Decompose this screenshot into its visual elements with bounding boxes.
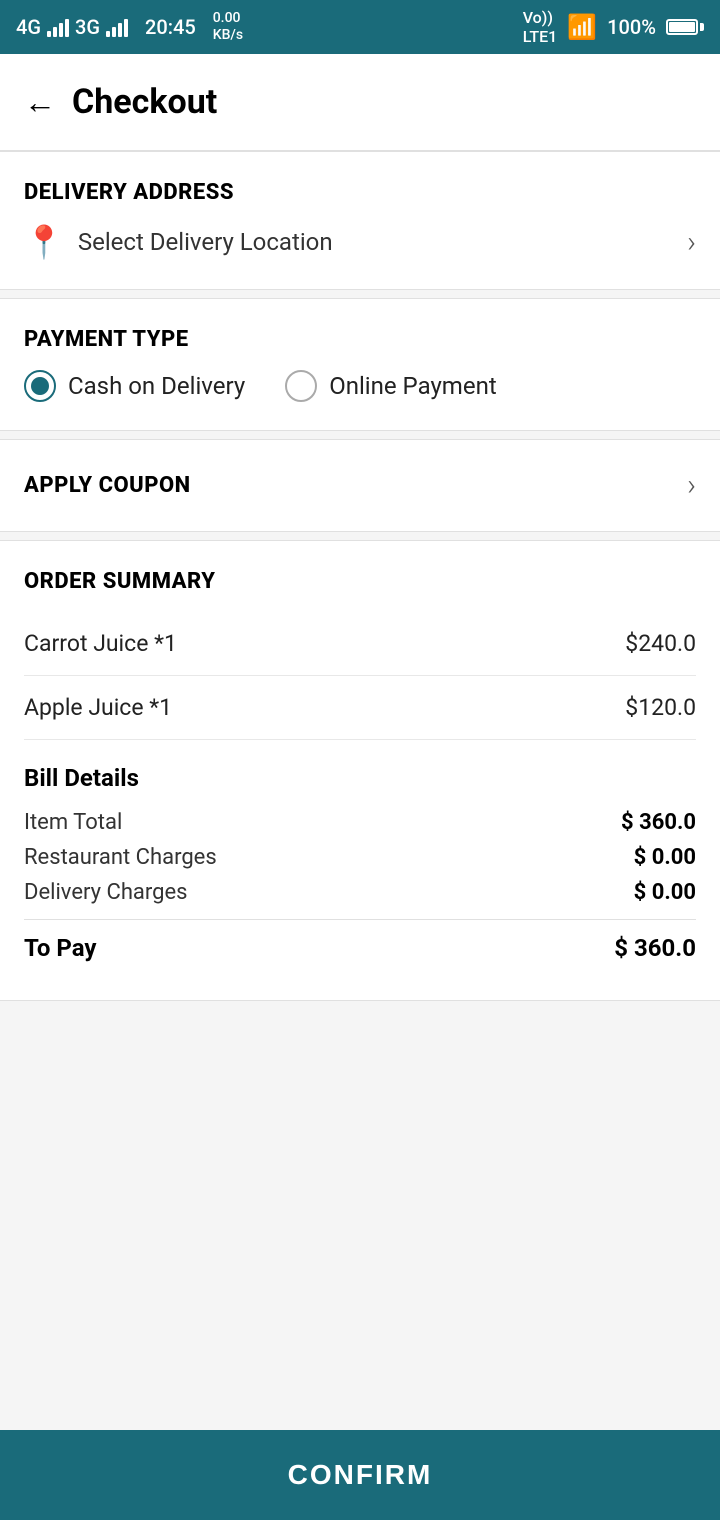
back-button[interactable]: ← — [24, 83, 56, 121]
bill-divider — [24, 919, 696, 920]
item-total-value: $ 360.0 — [621, 810, 696, 835]
page-title: Checkout — [72, 82, 217, 122]
cash-on-delivery-label: Cash on Delivery — [68, 372, 245, 400]
coupon-chevron-icon: › — [687, 468, 696, 503]
delivery-charges-value: $ 0.00 — [634, 880, 696, 905]
battery-percent: 100% — [607, 15, 656, 39]
order-item-carrot-juice: Carrot Juice *1 $240.0 — [24, 612, 696, 676]
restaurant-charges-label: Restaurant Charges — [24, 845, 217, 870]
bill-details-title: Bill Details — [24, 764, 696, 792]
speed-display: 0.00KB/s — [213, 10, 243, 44]
delivery-charges-row: Delivery Charges $ 0.00 — [24, 880, 696, 905]
order-summary-title: ORDER SUMMARY — [24, 569, 696, 594]
online-payment-radio[interactable] — [285, 370, 317, 402]
chevron-right-icon: › — [687, 225, 696, 260]
status-right: Vo))LTE1 📶 100% — [523, 8, 704, 46]
bottom-spacer — [0, 1009, 720, 1209]
status-bar: 4G 3G 20:45 0.00KB/s Vo))LTE1 📶 100% — [0, 0, 720, 54]
coupon-row[interactable]: APPLY COUPON › — [24, 468, 696, 503]
network-3g: 3G — [75, 15, 100, 39]
order-summary-inner: ORDER SUMMARY Carrot Juice *1 $240.0 App… — [0, 541, 720, 740]
network-4g: 4G — [16, 15, 41, 39]
bill-details: Bill Details Item Total $ 360.0 Restaura… — [0, 740, 720, 1000]
header: ← Checkout — [0, 54, 720, 151]
order-item-apple-juice: Apple Juice *1 $120.0 — [24, 676, 696, 740]
signal-bars-3g — [106, 17, 128, 37]
item-total-row: Item Total $ 360.0 — [24, 810, 696, 835]
location-icon: 📍 — [24, 223, 64, 261]
payment-type-section: PAYMENT TYPE Cash on Delivery Online Pay… — [0, 298, 720, 431]
order-item-price-2: $120.0 — [625, 694, 696, 721]
payment-type-title: PAYMENT TYPE — [24, 327, 696, 352]
confirm-button[interactable]: CONFIRM — [0, 1430, 720, 1520]
to-pay-label: To Pay — [24, 934, 96, 962]
coupon-title: APPLY COUPON — [24, 473, 191, 498]
cash-on-delivery-radio[interactable] — [24, 370, 56, 402]
cash-on-delivery-option[interactable]: Cash on Delivery — [24, 370, 245, 402]
status-left: 4G 3G 20:45 0.00KB/s — [16, 10, 243, 44]
cash-on-delivery-radio-inner — [31, 377, 49, 395]
wifi-icon: 📶 — [567, 13, 597, 41]
apply-coupon-section[interactable]: APPLY COUPON › — [0, 439, 720, 532]
restaurant-charges-row: Restaurant Charges $ 0.00 — [24, 845, 696, 870]
delivery-left: 📍 Select Delivery Location — [24, 223, 333, 261]
delivery-charges-label: Delivery Charges — [24, 880, 188, 905]
delivery-address-section: DELIVERY ADDRESS 📍 Select Delivery Locat… — [0, 151, 720, 290]
lte-label: Vo))LTE1 — [523, 8, 558, 46]
delivery-location-row[interactable]: 📍 Select Delivery Location › — [24, 223, 696, 261]
online-payment-label: Online Payment — [329, 372, 497, 400]
payment-options: Cash on Delivery Online Payment — [24, 370, 696, 402]
battery-icon — [666, 19, 704, 35]
restaurant-charges-value: $ 0.00 — [634, 845, 696, 870]
delivery-address-title: DELIVERY ADDRESS — [24, 180, 696, 205]
order-summary-section: ORDER SUMMARY Carrot Juice *1 $240.0 App… — [0, 540, 720, 1001]
order-item-name-2: Apple Juice *1 — [24, 694, 172, 721]
order-item-price-1: $240.0 — [625, 630, 696, 657]
online-payment-option[interactable]: Online Payment — [285, 370, 497, 402]
order-item-name-1: Carrot Juice *1 — [24, 630, 177, 657]
delivery-location-text: Select Delivery Location — [78, 228, 333, 256]
to-pay-value: $ 360.0 — [614, 934, 696, 962]
signal-bars-4g — [47, 17, 69, 37]
time-display: 20:45 — [145, 15, 196, 39]
to-pay-row: To Pay $ 360.0 — [24, 934, 696, 962]
item-total-label: Item Total — [24, 810, 122, 835]
